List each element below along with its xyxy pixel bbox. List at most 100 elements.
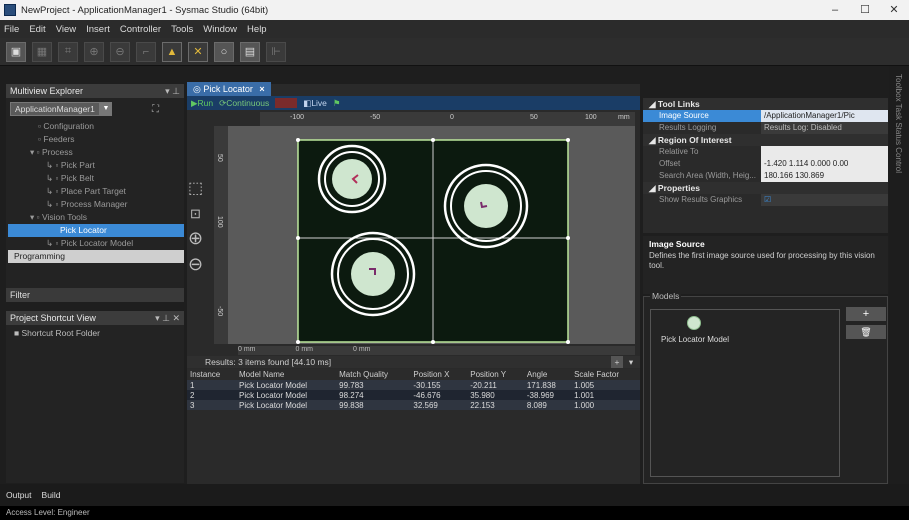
tree-item-feeders[interactable]: ▫ Feeders — [8, 133, 184, 146]
menu-insert[interactable]: Insert — [86, 24, 110, 35]
col-instance[interactable]: Instance — [187, 369, 237, 380]
col-position-y[interactable]: Position Y — [467, 369, 524, 380]
save-icon[interactable]: ▣ — [6, 41, 26, 62]
tab-close-icon[interactable]: × — [259, 84, 264, 94]
chevron-down-icon[interactable]: ▼ — [100, 102, 112, 116]
close-button[interactable]: ✕ — [879, 0, 909, 20]
tree-item-vision-tools[interactable]: ▾ ▫ Vision Tools — [8, 211, 184, 224]
pin-icon[interactable]: ▾ ⊥ — [165, 84, 180, 98]
app-select-value[interactable]: ApplicationManager1 — [10, 102, 100, 116]
table-row[interactable]: 1 Pick Locator Model 99.783 -30.155 -20.… — [187, 380, 640, 390]
menu-file[interactable]: File — [4, 24, 19, 35]
prop-results-logging[interactable]: Results Logging Results Log: Disabled — [643, 122, 888, 134]
show-graphics-checkbox[interactable]: ☑ — [761, 194, 888, 206]
multiview-title: Multiview Explorer ▾ ⊥ — [6, 84, 184, 98]
programming-section[interactable]: Programming — [8, 250, 184, 263]
explorer-tree: ▫ Configuration ▫ Feeders ▾ ▫ Process ↳ … — [6, 120, 184, 263]
expand-icon[interactable]: + — [611, 356, 623, 368]
col-match-quality[interactable]: Match Quality — [336, 369, 411, 380]
models-list: Pick Locator Model — [650, 309, 840, 477]
description-text: Defines the first image source used for … — [649, 251, 875, 270]
section-region-of-interest[interactable]: ◢ Region Of Interest — [643, 134, 888, 146]
model-item-label[interactable]: Pick Locator Model — [661, 335, 729, 344]
app-selector[interactable]: ApplicationManager1 ▼ ⛶ — [10, 102, 180, 116]
filter-bar[interactable]: Filter — [6, 288, 184, 302]
tree-item-process-manager[interactable]: ↳ ▫ Process Manager — [8, 198, 184, 211]
prop-image-source[interactable]: Image Source /ApplicationManager1/Pic — [643, 110, 888, 122]
zoom-in-view-icon[interactable]: ⊕ — [188, 228, 203, 249]
table-row[interactable]: 3 Pick Locator Model 99.838 32.569 22.15… — [187, 400, 640, 410]
fit-icon[interactable]: ⌗ — [58, 41, 78, 62]
prop-show-results-graphics[interactable]: Show Results Graphics ☑ — [643, 194, 888, 206]
tree-item-configuration[interactable]: ▫ Configuration — [8, 120, 184, 133]
live-button[interactable]: ◧Live — [303, 98, 327, 109]
grid-icon[interactable]: ▦ — [32, 41, 52, 62]
menu-edit[interactable]: Edit — [29, 24, 45, 35]
flag-icon[interactable]: ⚑ — [333, 98, 341, 109]
prop-search-area[interactable]: Search Area (Width, Heig... 180.166 130.… — [643, 170, 888, 182]
sync-icon[interactable]: ○ — [214, 41, 234, 62]
delete-model-button[interactable]: 🗑 — [846, 325, 886, 339]
col-model-name[interactable]: Model Name — [236, 369, 337, 380]
col-position-x[interactable]: Position X — [410, 369, 468, 380]
add-model-button[interactable]: + — [846, 307, 886, 321]
warning-icon[interactable]: ▲ — [162, 41, 182, 62]
hierarchy-icon[interactable]: ⛶ — [152, 104, 159, 115]
actual-size-icon[interactable]: ⊡ — [190, 206, 201, 222]
col-scale-factor[interactable]: Scale Factor — [571, 369, 640, 380]
section-properties[interactable]: ◢ Properties — [643, 182, 888, 194]
monitor-icon[interactable]: ▤ — [240, 41, 260, 62]
results-logging-value[interactable]: Results Log: Disabled — [761, 122, 888, 134]
tree-item-pick-part[interactable]: ↳ ▫ Pick Part — [8, 159, 184, 172]
maximize-button[interactable]: ☐ — [850, 0, 880, 20]
zoom-in-icon[interactable]: ⊕ — [84, 41, 104, 62]
status-bar: Access Level: Engineer — [0, 506, 909, 520]
toolbar: ▣ ▦ ⌗ ⊕ ⊖ ⌐ ▲ ✕ ○ ▤ ⊩ — [0, 38, 909, 66]
run-button[interactable]: ▶Run — [191, 98, 213, 109]
tree-item-place-part-target[interactable]: ↳ ▫ Place Part Target — [8, 185, 184, 198]
vision-icon: ◎ — [193, 84, 204, 94]
menu-controller[interactable]: Controller — [120, 24, 161, 35]
zoom-out-icon[interactable]: ⊖ — [110, 41, 130, 62]
menu-view[interactable]: View — [56, 24, 76, 35]
minimize-button[interactable]: – — [820, 0, 850, 20]
tools-icon[interactable]: ✕ — [188, 41, 208, 62]
toolbox-tabs[interactable]: Toolbox Task Status Control — [894, 74, 903, 173]
tree-item-pick-locator[interactable]: Pick Locator — [8, 224, 184, 237]
right-sidebar: Toolbox Task Status Control — [889, 66, 909, 484]
measure-icon[interactable]: ⌐ — [136, 41, 156, 62]
zoom-out-view-icon[interactable]: ⊖ — [188, 254, 203, 275]
model-thumbnail-icon[interactable] — [687, 316, 701, 330]
chevron-down-icon[interactable]: ▾ — [625, 356, 637, 368]
tree-item-pick-belt[interactable]: ↳ ▫ Pick Belt — [8, 172, 184, 185]
stop-button[interactable]: ■ — [275, 98, 298, 108]
prop-offset[interactable]: Offset -1.420 1.114 0.000 0.00 — [643, 158, 888, 170]
continuous-button[interactable]: ⟳Continuous — [219, 98, 269, 109]
col-angle[interactable]: Angle — [523, 369, 572, 380]
fit-view-icon[interactable]: ⬚ — [188, 178, 203, 198]
menu-help[interactable]: Help — [247, 24, 267, 35]
tab-build[interactable]: Build — [42, 490, 61, 500]
tab-output[interactable]: Output — [6, 490, 32, 500]
description-heading: Image Source — [649, 239, 705, 249]
menu-window[interactable]: Window — [203, 24, 237, 35]
image-source-value[interactable]: /ApplicationManager1/Pic — [761, 110, 888, 122]
tab-pick-locator[interactable]: ◎ Pick Locator × — [187, 82, 271, 96]
top-ruler: -100 -50 0 50 100 mm — [260, 112, 635, 126]
shortcut-root-folder[interactable]: ■ Shortcut Root Folder — [14, 327, 184, 340]
relative-to-value[interactable] — [761, 146, 888, 158]
tree-item-process[interactable]: ▾ ▫ Process — [8, 146, 184, 159]
menu-tools[interactable]: Tools — [171, 24, 193, 35]
results-summary: Results: 3 items found [44.10 ms] + ▾ — [187, 356, 640, 368]
offset-value[interactable]: -1.420 1.114 0.000 0.00 — [761, 158, 888, 170]
section-tool-links[interactable]: ◢ Tool Links — [643, 98, 888, 110]
left-ruler: 50 100 -50 — [214, 126, 228, 344]
properties-panel: ◢ Tool Links Image Source /ApplicationMa… — [643, 98, 888, 233]
pin-close-icon[interactable]: ▾ ⊥ ✕ — [155, 311, 180, 325]
tree-item-pick-locator-model[interactable]: ↳ ▫ Pick Locator Model — [8, 237, 184, 250]
ladder-icon[interactable]: ⊩ — [266, 41, 286, 62]
search-area-value[interactable]: 180.166 130.869 — [761, 170, 888, 182]
prop-relative-to[interactable]: Relative To — [643, 146, 888, 158]
table-row[interactable]: 2 Pick Locator Model 98.274 -46.676 35.9… — [187, 390, 640, 400]
image-viewport[interactable] — [228, 126, 635, 344]
